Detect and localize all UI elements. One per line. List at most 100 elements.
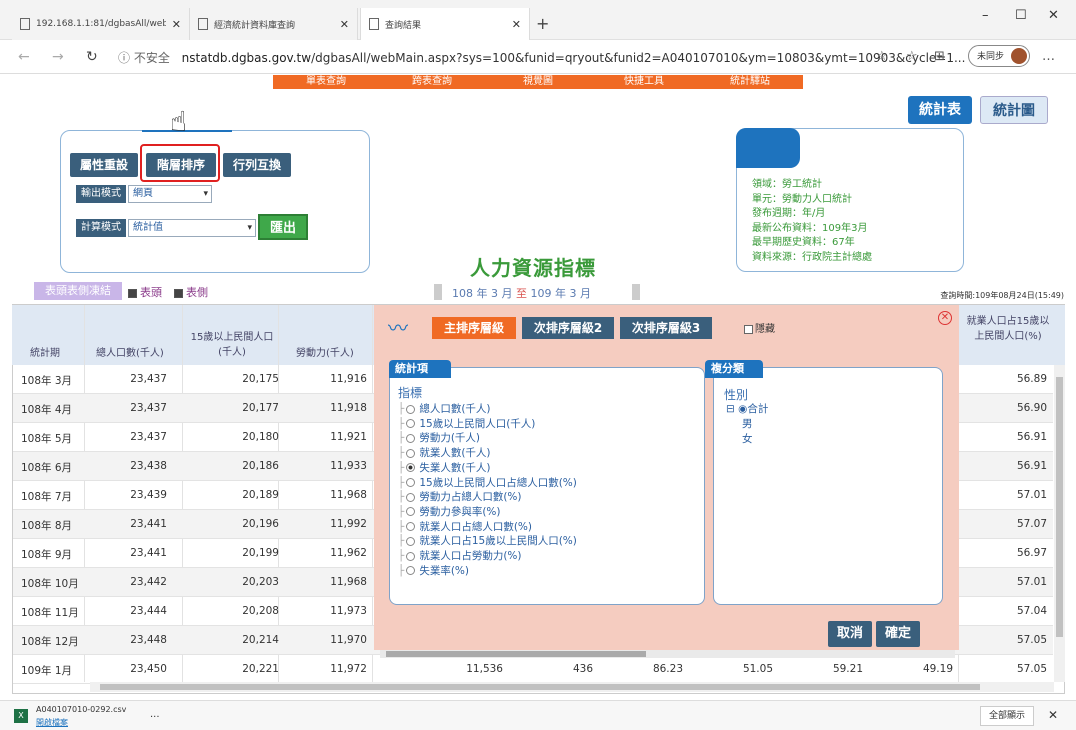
reset-attr-button[interactable]: 屬性重設 (70, 153, 138, 177)
calc-mode-value: 統計值 (133, 222, 163, 233)
cancel-button[interactable]: 取消 (828, 621, 872, 647)
nav-single-query[interactable]: 單表查詢 (273, 75, 379, 89)
radio-icon[interactable] (406, 448, 416, 458)
nav-quick-tools[interactable]: 快捷工具 (591, 75, 697, 89)
stat-items-header: 統計項 (389, 360, 451, 378)
hide-checkbox[interactable]: 隱藏 (744, 320, 775, 335)
header-checkbox[interactable]: 表頭 (128, 284, 162, 300)
tree-line: ├ (398, 491, 405, 504)
nav-visual[interactable]: 視覺圖 (485, 75, 591, 89)
stat-item-label: 15歲以上民間人口(千人) (419, 417, 536, 430)
stat-item[interactable]: ├ 勞動力占總人口數(%) (398, 490, 577, 505)
horizontal-scrollbar[interactable] (90, 682, 1054, 692)
tree-line: ├ (398, 520, 405, 533)
tree-line: ├ (398, 564, 405, 577)
side-checkbox[interactable]: 表側 (174, 284, 208, 300)
radio-icon[interactable] (406, 492, 416, 502)
close-icon[interactable]: ✕ (172, 18, 181, 31)
tab-secondary-sort-3[interactable]: 次排序層級3 (620, 317, 712, 339)
stat-item[interactable]: ├ 就業人口占勞動力(%) (398, 549, 577, 564)
url-field[interactable]: ⓘ 不安全 nstatdb.dgbas.gov.tw/dgbasAll/webM… (118, 49, 965, 66)
minimize-button[interactable]: – (982, 8, 989, 23)
radio-icon[interactable] (406, 566, 416, 576)
stat-item[interactable]: ├ 勞動力(千人) (398, 431, 577, 446)
stat-item[interactable]: ├ 15歲以上民間人口占總人口數(%) (398, 476, 577, 491)
period-to-word: 至 (515, 287, 527, 300)
period-slider-right[interactable] (632, 284, 640, 300)
profile-button[interactable]: 未同步 (968, 45, 1030, 67)
class-item-total[interactable]: ⊟ ◉合計 (726, 402, 768, 417)
calc-mode-select[interactable]: 統計值 ▾ (128, 219, 256, 237)
radio-icon[interactable] (406, 507, 416, 517)
stat-item[interactable]: ├ 失業率(%) (398, 564, 577, 579)
favorites-icon[interactable]: ☆ (906, 49, 918, 64)
new-tab-button[interactable]: + (536, 14, 549, 33)
radio-icon[interactable] (406, 404, 416, 414)
table-cell: 56.91 (1016, 460, 1047, 472)
radio-icon[interactable] (406, 551, 416, 561)
tree-line: ├ (398, 432, 405, 445)
star-icon[interactable]: ☆ (876, 49, 888, 64)
collections-icon[interactable]: ⊞ (934, 49, 945, 64)
freeze-button[interactable]: 表頭表側凍結 (34, 282, 122, 300)
table-cell: 11,972 (330, 663, 367, 675)
dialog-scrollbar[interactable] (380, 650, 955, 658)
vertical-scrollbar[interactable] (1054, 365, 1065, 682)
scroll-thumb[interactable] (1056, 377, 1063, 637)
tab-secondary-sort-2[interactable]: 次排序層級2 (522, 317, 614, 339)
stat-chart-button[interactable]: 統計圖 (980, 96, 1048, 124)
open-file-link[interactable]: 開啟檔案 (36, 717, 68, 728)
stat-table-button[interactable]: 統計表 (908, 96, 972, 124)
class-item-male[interactable]: 男 (726, 417, 768, 432)
stat-item[interactable]: ├ 就業人口占15歲以上民間人口(%) (398, 534, 577, 549)
refresh-icon[interactable]: ↻ (86, 49, 98, 65)
swap-rows-cols-button[interactable]: 行列互換 (223, 153, 291, 177)
page-icon (20, 18, 30, 30)
table-cell: 23,438 (130, 460, 167, 472)
info-earliest: 最早期歷史資料：67年 (752, 237, 855, 248)
close-download-bar-button[interactable]: ✕ (1048, 708, 1058, 722)
tree-line: ├ (398, 417, 405, 430)
show-all-button[interactable]: 全部顯示 (980, 706, 1034, 726)
stat-item[interactable]: ├ 勞動力參與率(%) (398, 505, 577, 520)
radio-icon[interactable] (406, 419, 416, 429)
radio-icon[interactable] (406, 463, 416, 473)
output-mode-select[interactable]: 網頁 ▾ (128, 185, 212, 203)
stat-item[interactable]: ├ 失業人數(千人) (398, 461, 577, 476)
tab-primary-sort[interactable]: 主排序層級 (432, 317, 516, 339)
stat-item[interactable]: ├ 總人口數(千人) (398, 402, 577, 417)
browser-tab-2[interactable]: 經濟統計資料庫查詢 ✕ (190, 8, 358, 40)
window-close-button[interactable]: ✕ (1048, 8, 1059, 23)
scroll-thumb[interactable] (100, 684, 980, 690)
back-icon[interactable]: ← (18, 49, 30, 65)
page-icon (198, 18, 208, 30)
class-item-female[interactable]: 女 (726, 432, 768, 447)
period-slider-left[interactable] (434, 284, 442, 300)
radio-icon[interactable] (406, 478, 416, 488)
stat-item[interactable]: ├ 15歲以上民間人口(千人) (398, 417, 577, 432)
download-filename[interactable]: A040107010-0292.csv (36, 705, 126, 714)
header-period: 統計期 (30, 348, 60, 359)
radio-icon[interactable] (406, 433, 416, 443)
nav-cross-query[interactable]: 跨表查詢 (379, 75, 485, 89)
close-icon[interactable]: ✕ (938, 311, 952, 325)
browser-tab-3[interactable]: 查詢結果 ✕ (360, 8, 530, 40)
class-item-label: 女 (742, 433, 753, 445)
stat-item[interactable]: ├ 就業人數(千人) (398, 446, 577, 461)
close-icon[interactable]: ✕ (340, 18, 349, 31)
radio-icon[interactable] (406, 536, 416, 546)
scroll-thumb[interactable] (386, 651, 646, 657)
export-button[interactable]: 匯出 (258, 214, 308, 240)
download-more-button[interactable]: ... (150, 709, 160, 720)
forward-icon[interactable]: → (52, 49, 64, 65)
nav-stat-station[interactable]: 統計驛站 (697, 75, 803, 89)
maximize-button[interactable]: ☐ (1015, 8, 1027, 23)
more-icon[interactable]: … (1042, 49, 1055, 64)
stat-item[interactable]: ├ 就業人口占總人口數(%) (398, 520, 577, 535)
table-cell: 109年 1月 (21, 665, 73, 677)
close-icon[interactable]: ✕ (512, 18, 521, 31)
browser-tab-1[interactable]: 192.168.1.1:81/dgbasAll/webMa ✕ (12, 8, 190, 40)
table-cell: 108年 7月 (21, 491, 73, 503)
radio-icon[interactable] (406, 522, 416, 532)
confirm-button[interactable]: 確定 (876, 621, 920, 647)
